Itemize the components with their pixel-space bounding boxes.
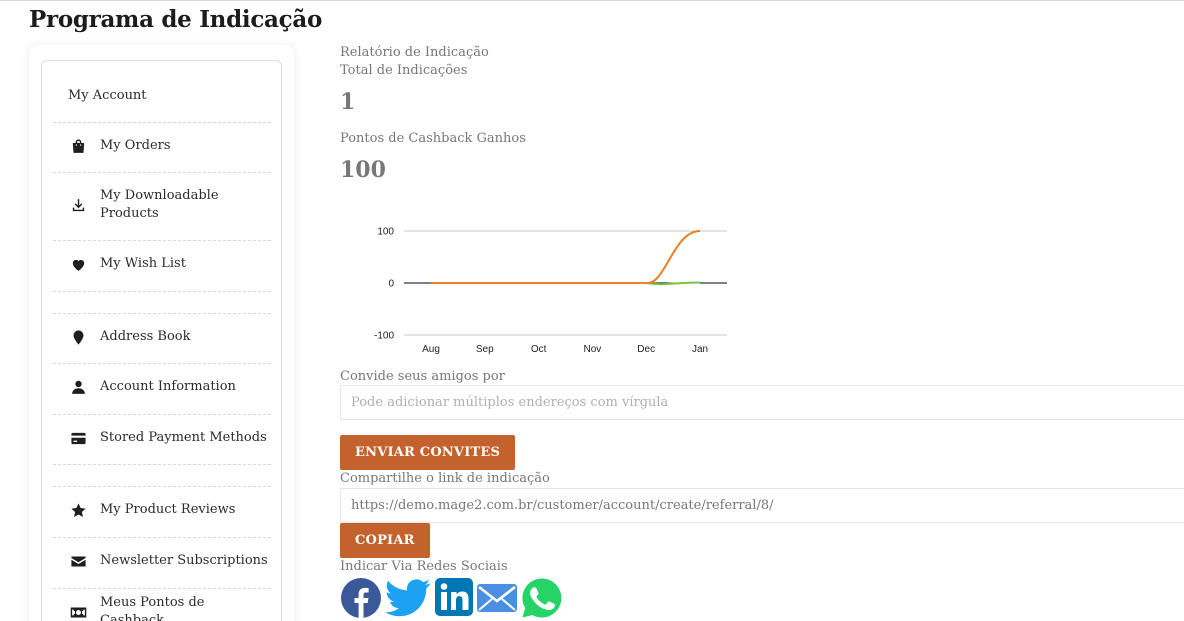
total-referrals-label: Total de Indicações	[340, 63, 468, 78]
chart-x-tick-label: Aug	[422, 344, 440, 355]
sidebar-item-newsletter-subscriptions[interactable]: Newsletter Subscriptions	[53, 552, 271, 570]
sidebar-item-label: My Orders	[100, 138, 171, 153]
sidebar-divider	[53, 363, 271, 364]
sidebar-item-label: Meus Pontos de Cashback	[100, 595, 205, 621]
twitter-icon	[385, 579, 431, 617]
sidebar-item-my-account[interactable]: My Account	[53, 87, 271, 105]
map-pin-icon	[68, 327, 88, 347]
sidebar-divider	[53, 240, 271, 241]
cashback-points-value: 100	[340, 157, 386, 183]
sidebar-group-divider	[53, 313, 271, 314]
user-icon	[68, 377, 88, 397]
sidebar-item-label: Stored Payment Methods	[100, 430, 267, 445]
chart-x-tick-label: Dec	[637, 344, 655, 355]
chart-series-line-1	[431, 230, 701, 285]
sidebar-item-account-information[interactable]: Account Information	[53, 378, 271, 396]
sidebar-item-label: My Product Reviews	[100, 502, 236, 517]
invite-label: Convide seus amigos por	[340, 369, 505, 384]
sidebar-item-my-orders[interactable]: My Orders	[53, 137, 271, 155]
shopping-bag-icon	[68, 136, 88, 156]
sidebar-item-label: My Wish List	[100, 256, 186, 271]
chart-y-tick-label: 0	[388, 279, 394, 290]
facebook-share-link[interactable]	[340, 577, 382, 619]
sidebar-item-label: My Account	[68, 88, 147, 103]
sidebar-divider	[53, 414, 271, 415]
twitter-share-link[interactable]	[385, 577, 431, 619]
invite-emails-input[interactable]	[340, 385, 1184, 420]
heart-icon	[68, 254, 88, 274]
chart-x-tick-label: Nov	[584, 344, 602, 355]
email-share-link[interactable]	[476, 577, 518, 619]
sidebar-item-my-product-reviews[interactable]: My Product Reviews	[53, 501, 271, 519]
top-divider	[0, 0, 1184, 1]
sidebar-divider	[53, 172, 271, 173]
sidebar-item-label: Newsletter Subscriptions	[100, 553, 268, 568]
facebook-icon	[341, 578, 381, 618]
sidebar-item-label: My Downloadable Products	[100, 188, 219, 221]
copy-link-button[interactable]: COPIAR	[340, 523, 430, 558]
chart-y-tick-label: -100	[374, 331, 394, 342]
page-title: Programa de Indicação	[29, 6, 322, 33]
referral-chart: 100 0 -100 Aug Sep Oct Nov Dec Jan	[374, 227, 727, 355]
social-share-label: Indicar Via Redes Sociais	[340, 559, 508, 574]
cashback-points-label: Pontos de Cashback Ganhos	[340, 131, 526, 146]
sidebar-divider	[53, 464, 271, 465]
whatsapp-share-link[interactable]	[521, 577, 563, 619]
sidebar-item-meus-pontos-de-cashback[interactable]: Meus Pontos de Cashback	[53, 595, 271, 621]
report-heading: Relatório de Indicação	[340, 45, 489, 60]
download-icon	[68, 195, 88, 215]
sidebar-item-label: Address Book	[100, 329, 191, 344]
chart-y-tick-label: 100	[377, 227, 394, 238]
credit-card-icon	[68, 428, 88, 448]
sidebar-item-my-downloadable-products[interactable]: My Downloadable Products	[53, 187, 271, 223]
referral-link-input[interactable]	[340, 488, 1184, 523]
money-bill-icon	[68, 602, 88, 621]
total-referrals-value: 1	[340, 89, 356, 115]
sidebar-item-stored-payment-methods[interactable]: Stored Payment Methods	[53, 429, 271, 447]
chart-x-tick-label: Sep	[476, 344, 494, 355]
sidebar-item-label: Account Information	[100, 379, 236, 394]
sidebar-divider	[53, 588, 271, 589]
linkedin-icon	[435, 578, 473, 616]
sidebar-item-my-wish-list[interactable]: My Wish List	[53, 255, 271, 273]
envelope-icon	[68, 551, 88, 571]
share-link-label: Compartilhe o link de indicação	[340, 471, 550, 486]
account-sidebar: My Account My Orders My Downloadable Pro…	[41, 60, 282, 621]
sidebar-group-divider	[53, 486, 271, 487]
sidebar-item-address-book[interactable]: Address Book	[53, 328, 271, 346]
star-icon	[68, 500, 88, 520]
send-invites-button[interactable]: ENVIAR CONVITES	[340, 435, 516, 470]
sidebar-divider	[53, 122, 271, 123]
email-icon	[477, 584, 517, 612]
linkedin-share-link[interactable]	[434, 577, 474, 617]
sidebar-divider	[53, 291, 271, 292]
sidebar-divider	[53, 537, 271, 538]
chart-x-tick-label: Oct	[531, 344, 547, 355]
whatsapp-icon	[522, 578, 562, 618]
chart-x-tick-label: Jan	[692, 344, 708, 355]
